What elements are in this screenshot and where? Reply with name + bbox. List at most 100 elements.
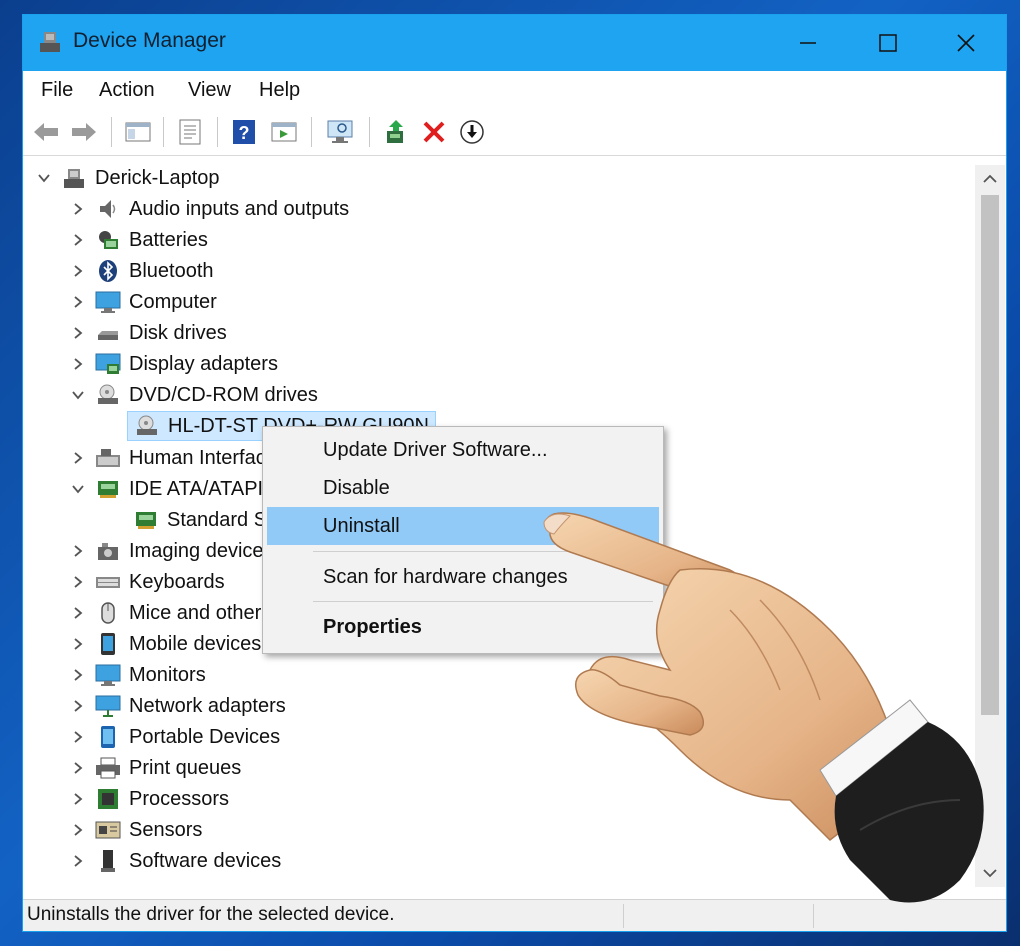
menu-action[interactable]: Action	[99, 79, 155, 102]
tree-item-label: Portable Devices	[129, 725, 281, 748]
menu-help[interactable]: Help	[259, 79, 300, 102]
battery-icon	[95, 227, 121, 253]
show-hide-tree-icon	[125, 122, 151, 142]
tree-item-software[interactable]: Software devices	[71, 846, 281, 876]
scroll-up-icon[interactable]	[982, 173, 998, 185]
chevron-right-icon[interactable]	[71, 357, 85, 371]
toolbar: ?	[23, 109, 1006, 156]
scan-hardware-button[interactable]	[325, 117, 355, 147]
tree-item-label: Disk drives	[129, 321, 227, 344]
status-divider	[813, 904, 814, 928]
chevron-right-icon[interactable]	[71, 823, 85, 837]
tree-item-imaging[interactable]: Imaging devices	[71, 536, 274, 566]
close-icon	[957, 34, 975, 52]
disk-drive-icon	[95, 320, 121, 346]
chevron-right-icon[interactable]	[71, 792, 85, 806]
menu-item-label: Uninstall	[323, 515, 400, 537]
computer-icon	[61, 165, 87, 191]
chevron-right-icon[interactable]	[71, 699, 85, 713]
toolbar-separator	[311, 117, 312, 147]
properties-button[interactable]	[175, 117, 205, 147]
tree-item-batteries[interactable]: Batteries	[71, 225, 208, 255]
run-button[interactable]	[269, 117, 299, 147]
chevron-right-icon[interactable]	[71, 637, 85, 651]
tree-item-dvd-drives[interactable]: DVD/CD-ROM drives	[71, 380, 318, 410]
minimize-button[interactable]	[768, 15, 848, 71]
chevron-right-icon[interactable]	[71, 544, 85, 558]
chevron-down-icon[interactable]	[71, 482, 85, 496]
menu-file[interactable]: File	[41, 79, 73, 102]
disable-icon	[460, 120, 484, 144]
tree-item-processors[interactable]: Processors	[71, 784, 229, 814]
tree-item-label: Display adapters	[129, 352, 278, 375]
close-button[interactable]	[926, 15, 1006, 71]
menu-view[interactable]: View	[188, 79, 231, 102]
camera-icon	[95, 538, 121, 564]
chevron-right-icon[interactable]	[71, 668, 85, 682]
tree-item-bluetooth[interactable]: Bluetooth	[71, 256, 214, 286]
monitor-icon	[95, 662, 121, 688]
printer-icon	[95, 755, 121, 781]
chevron-down-icon[interactable]	[37, 171, 51, 185]
tree-item-label: Keyboards	[129, 570, 225, 593]
window-title: Device Manager	[73, 29, 226, 52]
chevron-right-icon[interactable]	[71, 202, 85, 216]
chevron-right-icon[interactable]	[71, 264, 85, 278]
menu-properties[interactable]: Properties	[267, 608, 659, 646]
tree-root[interactable]: Derick-Laptop	[37, 163, 220, 193]
chevron-right-icon[interactable]	[71, 451, 85, 465]
disable-button[interactable]	[457, 117, 487, 147]
tree-item-label: Computer	[129, 290, 217, 313]
update-driver-button[interactable]	[381, 117, 411, 147]
keyboard-icon	[95, 445, 121, 471]
chevron-right-icon[interactable]	[71, 730, 85, 744]
chevron-right-icon[interactable]	[71, 233, 85, 247]
dvd-drive-icon	[95, 382, 121, 408]
tree-item-label: DVD/CD-ROM drives	[129, 383, 318, 406]
chevron-down-icon[interactable]	[71, 388, 85, 402]
tree-item-disk-drives[interactable]: Disk drives	[71, 318, 227, 348]
chevron-right-icon[interactable]	[71, 761, 85, 775]
toolbar-separator	[163, 117, 164, 147]
tree-item-sensors[interactable]: Sensors	[71, 815, 202, 845]
menu-update-driver[interactable]: Update Driver Software...	[267, 431, 659, 469]
tree-item-label: Audio inputs and outputs	[129, 197, 350, 220]
portable-device-icon	[95, 724, 121, 750]
tree-item-label: Bluetooth	[129, 259, 214, 282]
tree-item-audio[interactable]: Audio inputs and outputs	[71, 194, 349, 224]
network-adapter-icon	[95, 693, 121, 719]
scroll-down-icon[interactable]	[982, 867, 998, 879]
tree-item-computer[interactable]: Computer	[71, 287, 217, 317]
tree-item-print-queues[interactable]: Print queues	[71, 753, 241, 783]
tree-item-display-adapters[interactable]: Display adapters	[71, 349, 278, 379]
tree-item-label: Processors	[129, 787, 230, 810]
title-bar[interactable]: Device Manager	[23, 15, 1006, 71]
tree-item-monitors[interactable]: Monitors	[71, 660, 206, 690]
menu-disable[interactable]: Disable	[267, 469, 659, 507]
scroll-thumb[interactable]	[981, 195, 999, 715]
vertical-scrollbar[interactable]	[975, 165, 1005, 887]
tree-item-mobile[interactable]: Mobile devices	[71, 629, 261, 659]
menu-scan-hardware[interactable]: Scan for hardware changes	[267, 558, 659, 596]
run-icon	[271, 122, 297, 142]
back-button[interactable]	[31, 117, 61, 147]
maximize-button[interactable]	[848, 15, 928, 71]
tree-item-keyboards[interactable]: Keyboards	[71, 567, 225, 597]
chevron-right-icon[interactable]	[71, 606, 85, 620]
uninstall-button[interactable]	[419, 117, 449, 147]
tree-item-portable[interactable]: Portable Devices	[71, 722, 280, 752]
tree-item-network[interactable]: Network adapters	[71, 691, 286, 721]
show-hide-tree-button[interactable]	[123, 117, 153, 147]
sensor-icon	[95, 817, 121, 843]
scan-hardware-icon	[327, 120, 353, 143]
device-manager-icon	[40, 32, 60, 52]
help-button[interactable]: ?	[229, 117, 259, 147]
forward-button[interactable]	[69, 117, 99, 147]
chevron-right-icon[interactable]	[71, 326, 85, 340]
bluetooth-icon	[95, 258, 121, 284]
chevron-right-icon[interactable]	[71, 295, 85, 309]
menu-uninstall[interactable]: Uninstall	[267, 507, 659, 545]
chevron-right-icon[interactable]	[71, 854, 85, 868]
chevron-right-icon[interactable]	[71, 575, 85, 589]
tree-item-label: Network adapters	[129, 694, 286, 717]
